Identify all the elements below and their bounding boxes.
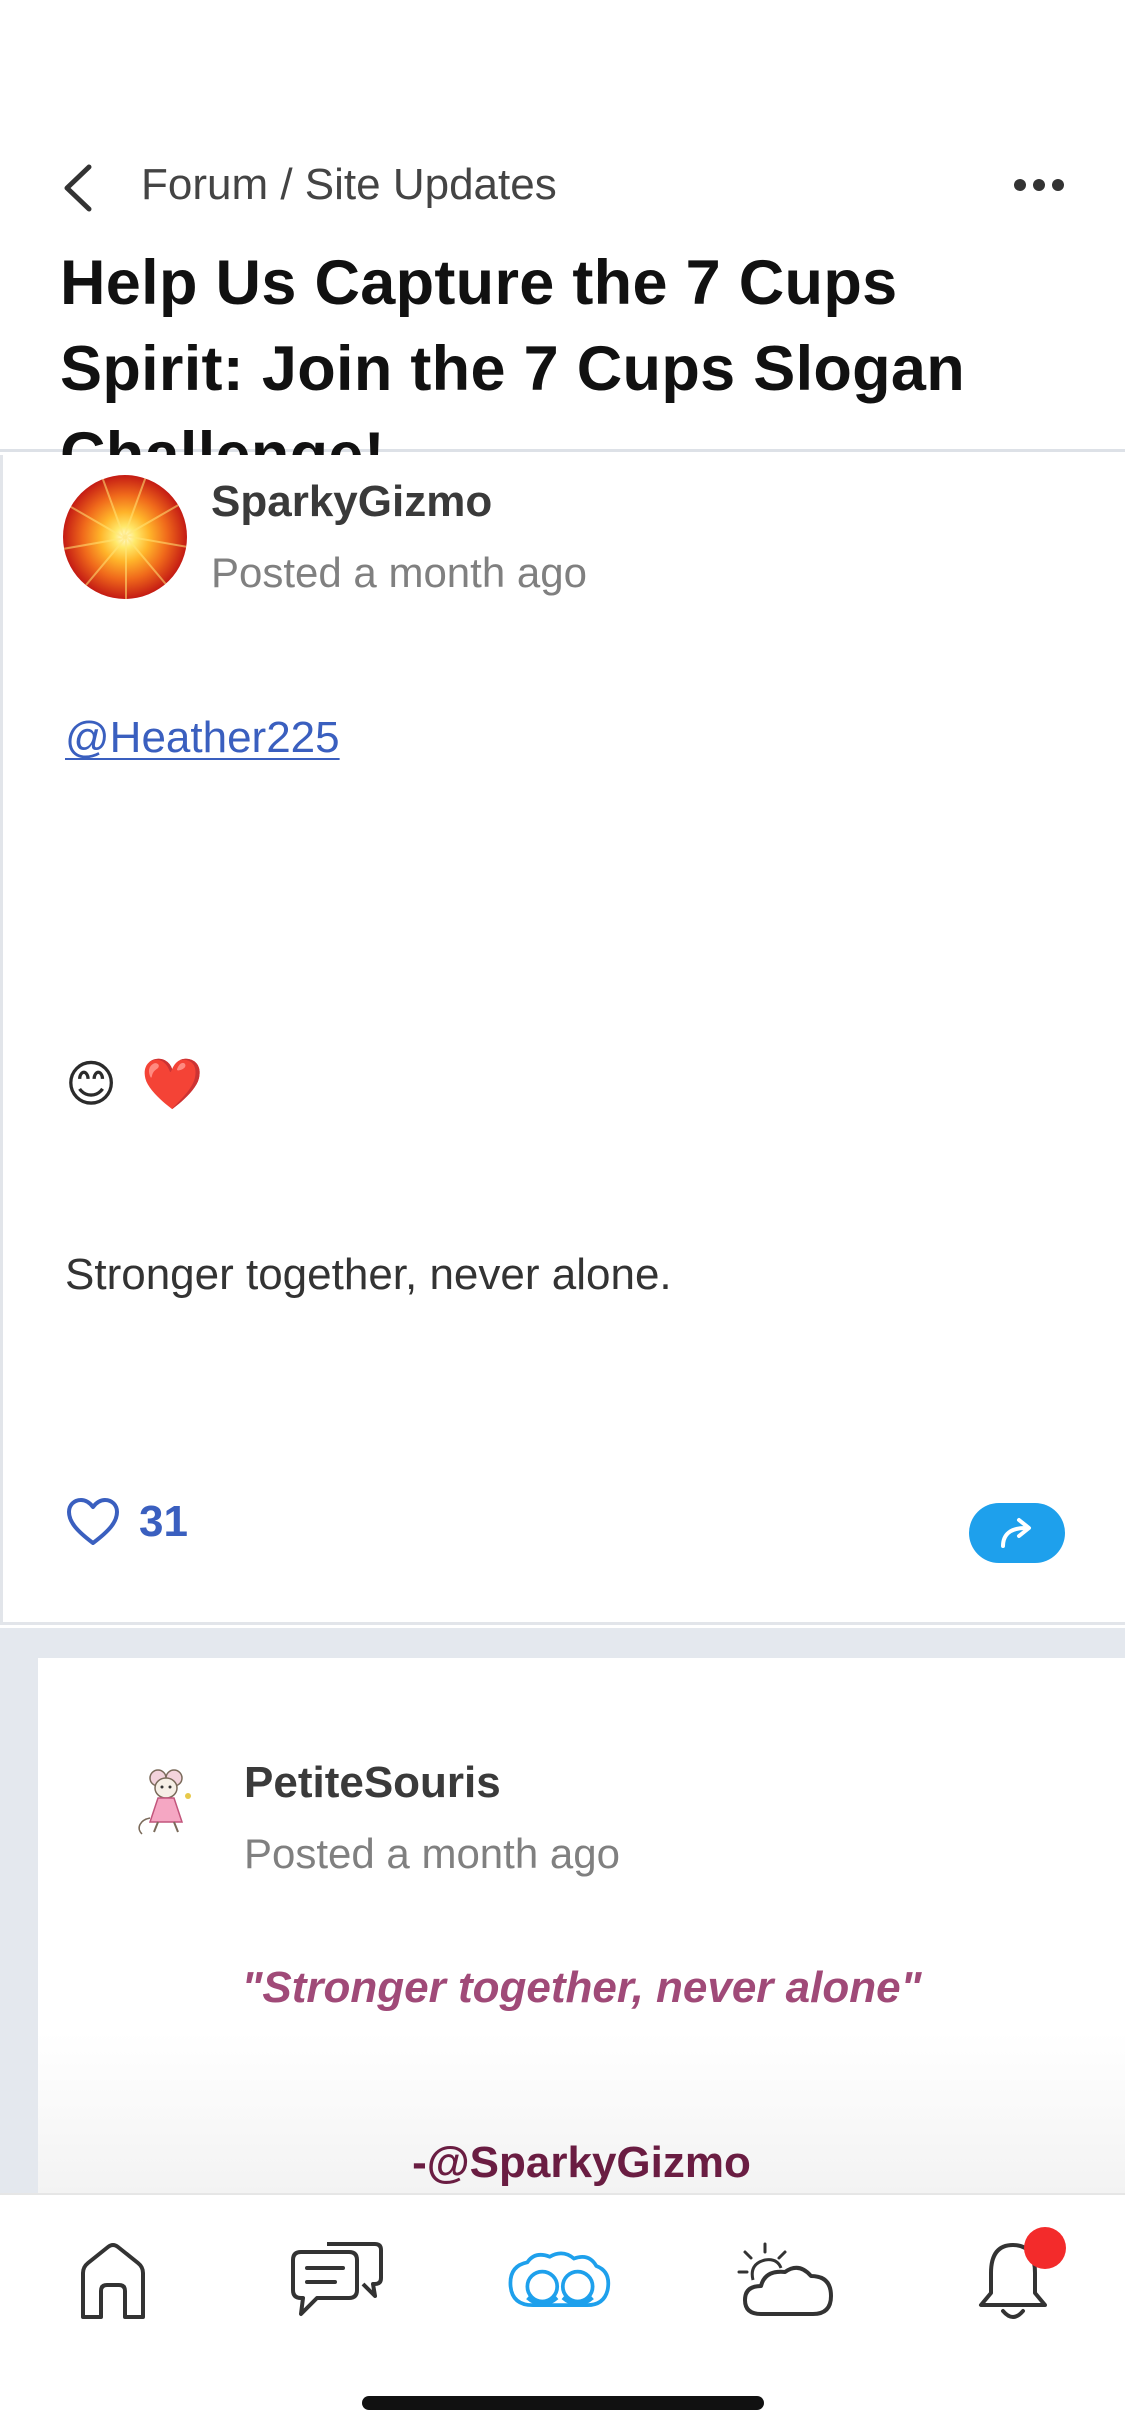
tab-messages[interactable]: [282, 2225, 392, 2335]
tab-notifications[interactable]: [958, 2225, 1068, 2335]
share-button[interactable]: [969, 1503, 1065, 1563]
post-body: Stronger together, never alone.: [65, 1250, 672, 1299]
avatar[interactable]: [122, 1758, 208, 1844]
mention-link[interactable]: @Heather225: [65, 713, 340, 763]
quote-text: "Stronger together, never alone": [241, 1963, 922, 2012]
reply-timestamp: Posted a month ago: [244, 1830, 620, 1877]
weather-icon: [737, 2242, 833, 2316]
breadcrumb[interactable]: Forum / Site Updates: [141, 160, 557, 210]
red-heart-emoji: ❤️: [141, 1056, 204, 1112]
reply-author[interactable]: PetiteSouris: [244, 1758, 501, 1808]
share-arrow-icon: [1001, 1518, 1031, 1548]
chat-icon: [291, 2242, 383, 2316]
like-button[interactable]: 31: [65, 1497, 188, 1547]
chevron-left-icon: [64, 164, 92, 212]
back-button[interactable]: [52, 158, 102, 218]
tab-community[interactable]: [505, 2225, 615, 2335]
reply-card: PetiteSouris Posted a month ago "Stronge…: [38, 1658, 1125, 2193]
like-count: 31: [139, 1497, 188, 1546]
avatar[interactable]: [63, 475, 187, 599]
community-icon: [508, 2251, 611, 2308]
post-timestamp: Posted a month ago: [211, 549, 587, 596]
post-separator: [0, 1628, 1125, 1658]
quote-attribution: -@SparkyGizmo: [412, 2138, 751, 2187]
mouse-avatar-icon: [138, 1769, 191, 1835]
more-options-button[interactable]: [1009, 160, 1069, 210]
notification-badge: [1024, 2227, 1066, 2269]
tab-home[interactable]: [58, 2225, 168, 2335]
tab-mood[interactable]: [732, 2225, 842, 2335]
smiling-face-emoji: 😊: [65, 1056, 118, 1112]
thread-indent: [0, 1628, 38, 2193]
home-indicator[interactable]: [362, 2396, 764, 2410]
post-author[interactable]: SparkyGizmo: [211, 477, 492, 527]
header: Forum / Site Updates Help Us Capture the…: [0, 0, 1125, 490]
more-icon: [1014, 179, 1064, 191]
home-icon: [81, 2243, 145, 2319]
post-card: SparkyGizmo Posted a month ago @Heather2…: [0, 455, 1125, 1625]
heart-icon: [67, 1498, 119, 1545]
